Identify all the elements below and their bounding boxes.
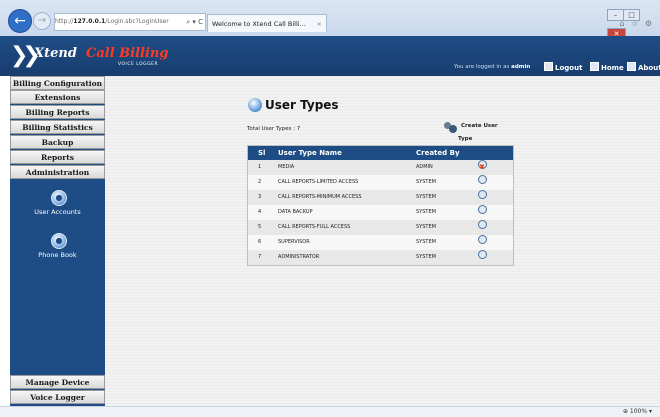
row-created-by: SYSTEM — [416, 179, 436, 185]
page-title: User Types — [265, 98, 339, 112]
about-label: About — [638, 64, 660, 72]
edit-icon[interactable] — [478, 235, 487, 244]
table-header: Sl User Type Name Created By — [248, 146, 513, 160]
logged-prefix: You are logged in as — [454, 64, 510, 70]
row-name: SUPERVISOR — [278, 239, 310, 245]
row-sl: 1 — [258, 164, 262, 170]
row-sl: 2 — [258, 179, 262, 185]
address-controls[interactable]: ⌕ ▾ C — [186, 14, 203, 30]
sidebar-item-phone-book[interactable]: Phone Book — [10, 251, 105, 259]
table-row: 5 CALL REPORTS-FULL ACCESS SYSTEM — [248, 220, 513, 235]
total-user-types: Total User Types : 7 — [247, 126, 300, 132]
row-sl: 7 — [258, 254, 262, 260]
about-link[interactable]: About — [627, 62, 660, 72]
delete-icon[interactable]: ✖ — [479, 160, 485, 175]
home-link[interactable]: Home — [590, 62, 624, 72]
table-row: 7 ADMINISTRATOR SYSTEM — [248, 250, 513, 265]
users-icon[interactable]: ● — [51, 190, 67, 206]
logged-user: admin — [511, 64, 531, 70]
total-value: 7 — [296, 126, 301, 132]
row-created-by: SYSTEM — [416, 194, 436, 200]
col-sl: Sl — [258, 149, 266, 157]
table-row: 3 CALL REPORTS-MINIMUM ACCESS SYSTEM — [248, 190, 513, 205]
logo-text-1: Xtend — [34, 46, 77, 61]
row-name: CALL REPORTS-LIMITED ACCESS — [278, 179, 359, 185]
main-panel: User Types Total User Types : 7 Create U… — [105, 76, 660, 406]
table-body: 1 MEDIA ADMIN ✖ 2 CALL REPORTS-LIMITED A… — [248, 160, 513, 265]
menu-billing-statistics[interactable]: Billing Statistics — [10, 120, 105, 134]
total-label: Total User Types : — [247, 126, 295, 132]
home-label: Home — [601, 64, 624, 72]
menu-reports[interactable]: Reports — [10, 150, 105, 164]
table-row: 1 MEDIA ADMIN ✖ — [248, 160, 513, 175]
menu-voice-logger[interactable]: Voice Logger — [10, 390, 105, 404]
menu-backup[interactable]: Backup — [10, 135, 105, 149]
row-created-by: SYSTEM — [416, 224, 436, 230]
url-path: /Login.sbc?LoginUser — [105, 18, 169, 25]
user-types-icon — [248, 98, 262, 112]
row-name: MEDIA — [278, 164, 295, 170]
col-user-type-name: User Type Name — [278, 149, 342, 157]
row-name: ADMINISTRATOR — [278, 254, 320, 260]
url-host: 127.0.0.1 — [73, 18, 106, 25]
logo-subtitle: VOICE LOGGER — [118, 62, 159, 67]
table-row: 2 CALL REPORTS-LIMITED ACCESS SYSTEM — [248, 175, 513, 190]
logo-chevron-icon: ❯❯ — [10, 43, 41, 68]
menu-administration[interactable]: Administration — [10, 165, 105, 179]
table-row: 6 SUPERVISOR SYSTEM — [248, 235, 513, 250]
user-types-table: Sl User Type Name Created By 1 MEDIA ADM… — [247, 145, 514, 266]
about-icon — [627, 62, 636, 71]
tab-title: Welcome to Xtend Call Billi... — [212, 20, 306, 28]
logout-icon — [544, 62, 553, 71]
edit-icon[interactable] — [478, 220, 487, 229]
edit-icon[interactable] — [478, 175, 487, 184]
sidebar-item-user-accounts[interactable]: User Accounts — [10, 208, 105, 216]
tab-close-icon[interactable]: × — [317, 15, 322, 33]
row-sl: 5 — [258, 224, 262, 230]
app-header: ❯❯ Xtend Call Billing VOICE LOGGER You a… — [0, 36, 660, 76]
menu-billing-reports[interactable]: Billing Reports — [10, 105, 105, 119]
logo-text-2: Call Billing — [86, 46, 169, 61]
window-controls: – □✕ — [607, 2, 656, 40]
row-created-by: SYSTEM — [416, 209, 436, 215]
browser-chrome: ← → http://127.0.0.1/Login.sbc?LoginUser… — [0, 0, 660, 40]
url-prefix: http:// — [55, 18, 74, 25]
row-sl: 6 — [258, 239, 262, 245]
forward-icon[interactable]: → — [33, 12, 51, 30]
edit-icon[interactable] — [478, 205, 487, 214]
col-created-by: Created By — [416, 149, 460, 157]
browser-tab[interactable]: Welcome to Xtend Call Billi... × — [207, 14, 327, 32]
logout-label: Logout — [555, 64, 583, 72]
row-created-by: ADMIN — [416, 164, 433, 170]
create-user-type-button[interactable]: Create User Type — [442, 120, 502, 142]
row-created-by: SYSTEM — [416, 239, 436, 245]
status-bar: ⊕ 100% ▾ — [0, 406, 660, 417]
address-bar[interactable]: http://127.0.0.1/Login.sbc?LoginUser ⌕ ▾… — [54, 13, 206, 31]
toolbar-icons[interactable]: ⌂ ☆ ⚙ — [619, 19, 654, 28]
home-icon — [590, 62, 599, 71]
row-name: CALL REPORTS-FULL ACCESS — [278, 224, 351, 230]
row-name: CALL REPORTS-MINIMUM ACCESS — [278, 194, 362, 200]
row-sl: 3 — [258, 194, 262, 200]
edit-icon[interactable] — [478, 250, 487, 259]
row-name: DATA BACKUP — [278, 209, 313, 215]
logged-in-status: You are logged in as admin — [454, 64, 530, 70]
row-sl: 4 — [258, 209, 262, 215]
menu-extensions[interactable]: Extensions — [10, 90, 105, 104]
phone-book-icon[interactable]: ● — [51, 233, 67, 249]
back-icon[interactable]: ← — [8, 9, 32, 33]
logout-link[interactable]: Logout — [544, 62, 582, 72]
table-row: 4 DATA BACKUP SYSTEM — [248, 205, 513, 220]
sidebar: Billing Configuration Extensions Billing… — [10, 76, 105, 406]
menu-manage-device[interactable]: Manage Device — [10, 375, 105, 389]
edit-icon[interactable] — [478, 190, 487, 199]
menu-billing-configuration[interactable]: Billing Configuration — [10, 76, 105, 90]
add-user-icon — [444, 122, 458, 134]
row-created-by: SYSTEM — [416, 254, 436, 260]
